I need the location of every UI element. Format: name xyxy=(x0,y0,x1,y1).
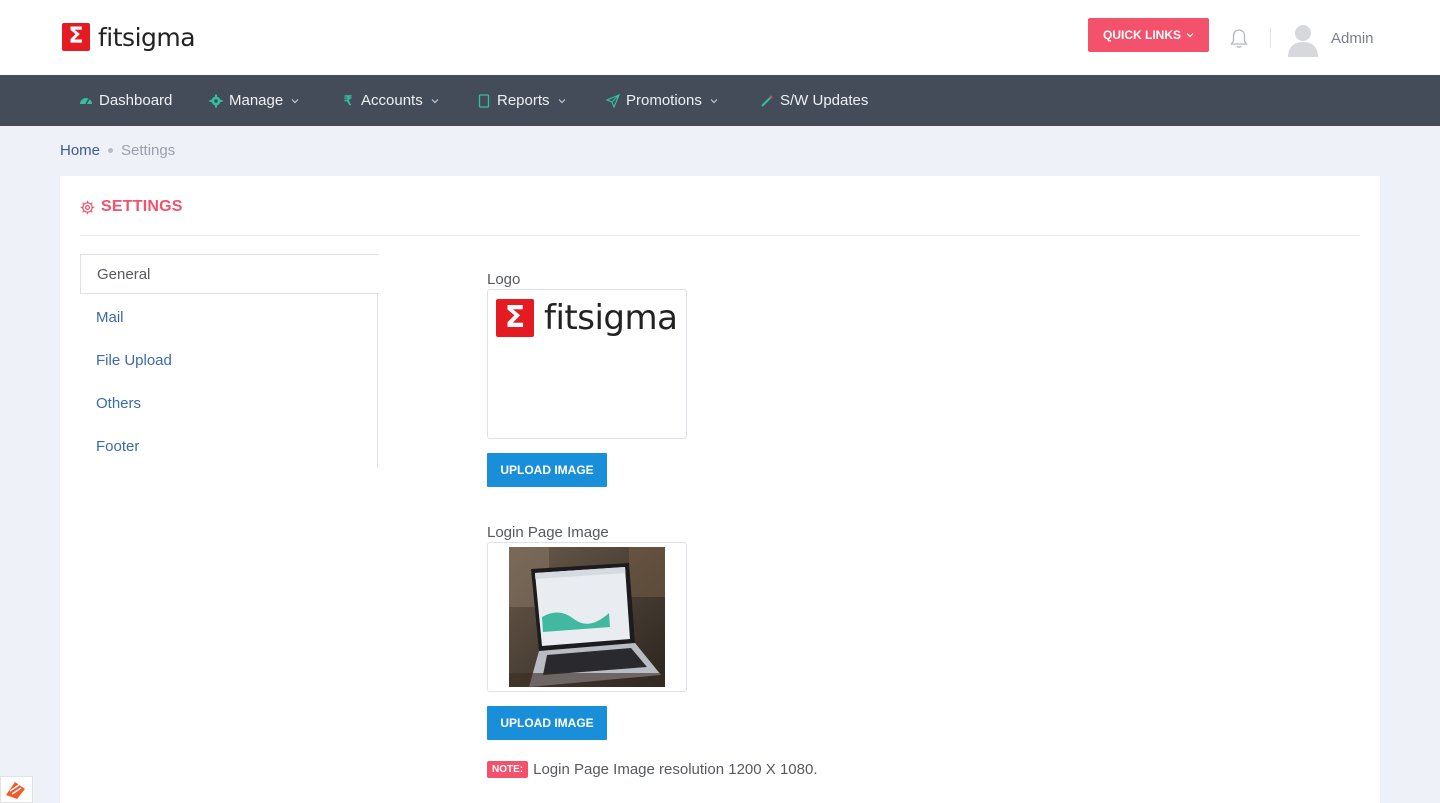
nav-item-reports[interactable]: Reports xyxy=(477,75,566,126)
tab-label: Mail xyxy=(96,308,124,326)
chevron-down-icon xyxy=(291,98,299,103)
nav-label: S/W Updates xyxy=(780,92,869,109)
nav-label: Reports xyxy=(497,92,550,109)
page-title: SETTINGS xyxy=(101,198,183,215)
chevron-down-icon xyxy=(1186,33,1194,38)
floating-widget-icon[interactable] xyxy=(0,776,33,803)
tab-label: Footer xyxy=(96,437,140,455)
settings-card: SETTINGS General Mail File Upload Others… xyxy=(60,176,1380,803)
notification-bell-icon[interactable] xyxy=(1229,28,1249,50)
tab-label: General xyxy=(97,265,151,283)
main-navbar: Dashboard Manage ₹ Accounts Reports Prom… xyxy=(0,75,1440,126)
breadcrumb-separator xyxy=(108,148,114,153)
breadcrumb-home-link[interactable]: Home xyxy=(60,142,100,159)
tab-file-upload[interactable]: File Upload xyxy=(80,340,378,380)
breadcrumb-current: Settings xyxy=(121,142,176,159)
gear-icon xyxy=(209,94,223,108)
upload-logo-button[interactable]: UPLOAD IMAGE xyxy=(487,453,607,487)
breadcrumb: Home Settings xyxy=(60,142,175,159)
laptop-photo xyxy=(509,547,665,687)
resolution-note: NOTE: Login Page Image resolution 1200 X… xyxy=(487,761,818,778)
paper-plane-icon xyxy=(606,93,620,108)
tab-general[interactable]: General xyxy=(80,254,379,294)
brand-name: fitsigma xyxy=(98,22,196,52)
settings-gear-icon xyxy=(80,200,95,214)
nav-item-promotions[interactable]: Promotions xyxy=(606,75,718,126)
tab-label: File Upload xyxy=(96,351,172,369)
logo-label: Logo xyxy=(487,271,521,288)
note-badge: NOTE: xyxy=(487,761,529,778)
quick-links-button[interactable]: QUICK LINKS xyxy=(1088,18,1209,52)
header-divider xyxy=(1270,28,1271,48)
sigma-logo-icon: Σ xyxy=(62,23,90,51)
tab-mail[interactable]: Mail xyxy=(80,297,378,337)
nav-item-dashboard[interactable]: Dashboard xyxy=(79,75,172,126)
tab-footer[interactable]: Footer xyxy=(80,426,378,466)
nav-label: Dashboard xyxy=(99,92,173,109)
upload-login-image-button[interactable]: UPLOAD IMAGE xyxy=(487,706,607,740)
card-divider xyxy=(80,235,1360,236)
user-name[interactable]: Admin xyxy=(1331,30,1374,47)
avatar[interactable] xyxy=(1286,21,1320,57)
chevron-down-icon xyxy=(431,98,439,103)
note-text: Login Page Image resolution 1200 X 1080. xyxy=(533,761,818,778)
login-image-label: Login Page Image xyxy=(487,524,609,541)
login-image-preview xyxy=(487,542,687,692)
sigma-logo-icon: Σ xyxy=(496,299,534,337)
nav-item-accounts[interactable]: ₹ Accounts xyxy=(341,75,439,126)
card-header: SETTINGS xyxy=(80,198,183,216)
chevron-down-icon xyxy=(558,98,565,103)
logo-preview-name: fitsigma xyxy=(544,298,678,338)
nav-item-manage[interactable]: Manage xyxy=(209,75,299,126)
nav-label: Promotions xyxy=(626,92,702,109)
tab-others[interactable]: Others xyxy=(80,383,378,423)
tab-label: Others xyxy=(96,394,142,412)
nav-label: Accounts xyxy=(361,92,423,109)
chevron-down-icon xyxy=(710,98,718,103)
dashboard-icon xyxy=(79,94,93,108)
document-icon xyxy=(477,93,491,108)
nav-item-sw-updates[interactable]: S/W Updates xyxy=(760,75,868,126)
rupee-icon: ₹ xyxy=(343,92,353,108)
nav-label: Manage xyxy=(229,92,284,109)
quick-links-label: QUICK LINKS xyxy=(1103,28,1181,42)
magic-wand-icon xyxy=(760,94,774,108)
top-header: Σ fitsigma QUICK LINKS Admin xyxy=(0,0,1440,75)
logo-image: Σ fitsigma xyxy=(496,298,678,338)
brand-logo[interactable]: Σ fitsigma xyxy=(62,22,196,52)
settings-tab-list: General Mail File Upload Others Footer xyxy=(80,254,379,468)
logo-preview: Σ fitsigma xyxy=(487,289,687,439)
